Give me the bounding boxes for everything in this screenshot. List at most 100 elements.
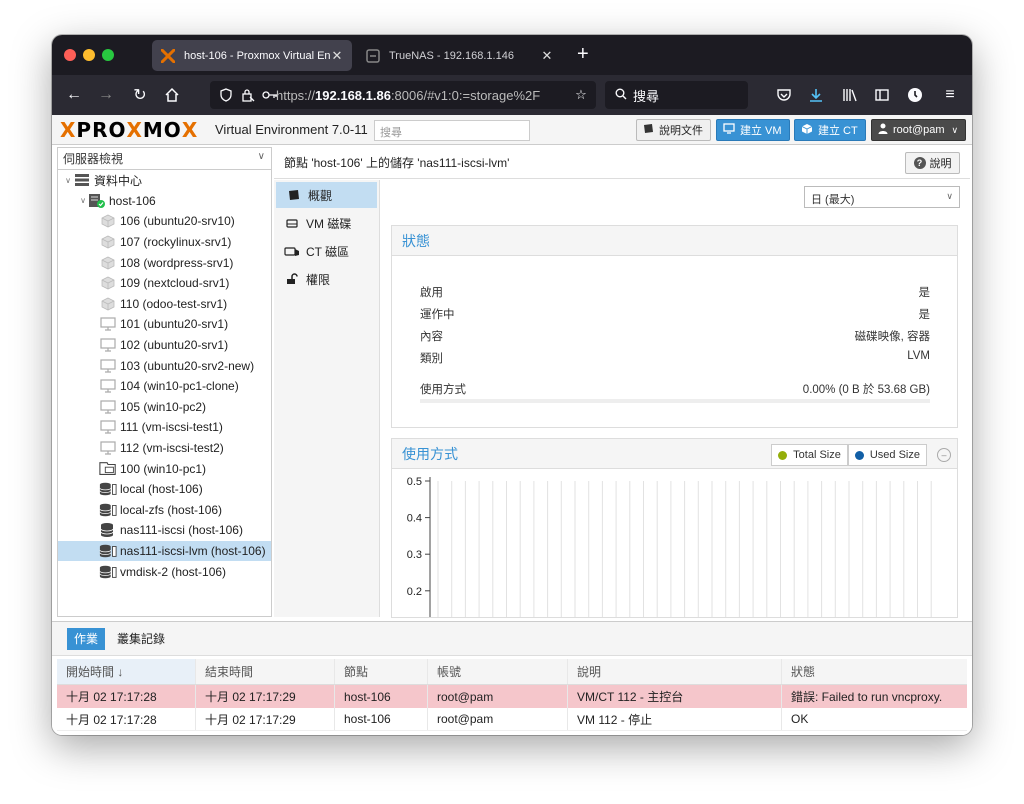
- tab-proxmox[interactable]: host-106 - Proxmox Virtual Envi ✕: [152, 40, 352, 71]
- create-vm-button[interactable]: 建立 VM: [716, 119, 790, 141]
- minimize-window-button[interactable]: [83, 49, 95, 61]
- pve-search-input[interactable]: 搜尋: [374, 120, 530, 141]
- pve-search-placeholder: 搜尋: [380, 127, 402, 139]
- legend-item-used-size[interactable]: Used Size: [847, 444, 927, 466]
- tree-item[interactable]: 101 (ubuntu20-srv1): [58, 314, 271, 335]
- task-row[interactable]: 十月 02 17:17:28 十月 02 17:17:29 host-106 root…: [57, 708, 967, 731]
- url-text[interactable]: https://192.168.1.86:8006/#v1:0:=storage…: [276, 88, 556, 103]
- tree-item[interactable]: 112 (vm-iscsi-test2): [58, 438, 271, 459]
- back-icon[interactable]: ←: [64, 85, 84, 105]
- timeframe-select[interactable]: 日 (最大) ∨: [804, 186, 960, 208]
- ct-volume-icon: [284, 245, 300, 257]
- create-ct-button[interactable]: 建立 CT: [794, 119, 866, 141]
- datacenter-icon: [73, 172, 91, 188]
- page-title: 節點 'host-106' 上的儲存 'nas111-iscsi-lvm': [284, 156, 510, 170]
- tree-item[interactable]: local (host-106): [58, 479, 271, 500]
- subnav-item-vm-disks[interactable]: VM 磁碟: [274, 210, 379, 236]
- download-icon[interactable]: [806, 85, 826, 105]
- tree-item-label: 資料中心: [94, 173, 143, 188]
- account-icon[interactable]: [905, 85, 925, 105]
- chevron-down-icon[interactable]: ∨: [78, 196, 88, 205]
- tree-item[interactable]: 111 (vm-iscsi-test1): [58, 417, 271, 438]
- task-grid-header: 開始時間 ↓ 結束時間 節點 帳號 說明 狀態: [57, 659, 967, 685]
- menu-icon[interactable]: ≡: [940, 85, 960, 105]
- task-start-time: 十月 02 17:17:28: [57, 685, 196, 708]
- tree-item-label: 109 (nextcloud-srv1): [120, 276, 230, 291]
- tab-title: TrueNAS - 192.168.1.146: [389, 49, 514, 62]
- task-row[interactable]: 十月 02 17:17:28 十月 02 17:17:29 host-106 root…: [57, 685, 967, 708]
- forward-icon[interactable]: →: [96, 85, 116, 105]
- tree-item[interactable]: 106 (ubuntu20-srv10): [58, 211, 271, 232]
- lock-warning-icon[interactable]: [240, 87, 256, 103]
- library-icon[interactable]: [840, 85, 860, 105]
- column-header-description[interactable]: 說明: [568, 659, 782, 684]
- key-icon[interactable]: [262, 87, 278, 103]
- tab-cluster-log[interactable]: 叢集記錄: [110, 628, 172, 650]
- column-header-user[interactable]: 帳號: [428, 659, 568, 684]
- chart-legend: Total Size Used Size: [771, 444, 927, 466]
- shield-icon[interactable]: [218, 87, 234, 103]
- chevron-down-icon[interactable]: ∨: [63, 176, 73, 185]
- task-log-panel: 作業 叢集記錄 開始時間 ↓ 結束時間 節點 帳號 說明 狀態 十月 02 17…: [52, 621, 972, 735]
- template-icon: [99, 461, 117, 477]
- tree-item[interactable]: nas111-iscsi-lvm (host-106): [58, 540, 271, 562]
- tree-item[interactable]: 109 (nextcloud-srv1): [58, 273, 271, 294]
- tree-item[interactable]: 100 (win10-pc1): [58, 458, 271, 479]
- status-value: LVM: [907, 350, 930, 362]
- user-menu-button[interactable]: root@pam ∨: [871, 119, 966, 141]
- tree-item[interactable]: 108 (wordpress-srv1): [58, 252, 271, 273]
- tree-item[interactable]: 107 (rockylinux-srv1): [58, 232, 271, 253]
- zoom-window-button[interactable]: [102, 49, 114, 61]
- new-tab-icon[interactable]: +: [577, 43, 589, 66]
- subnav-item-overview[interactable]: 概觀: [276, 182, 377, 208]
- tree-item-label: local-zfs (host-106): [120, 502, 223, 517]
- browser-search-box[interactable]: 搜尋: [605, 81, 748, 109]
- bookmark-star-icon[interactable]: ☆: [573, 87, 589, 103]
- tree-item[interactable]: 104 (win10-pc1-clone): [58, 376, 271, 397]
- pocket-icon[interactable]: [774, 85, 794, 105]
- tree-item[interactable]: nas111-iscsi (host-106): [58, 520, 271, 541]
- status-row-active: 運作中 是: [420, 306, 930, 322]
- tree-item[interactable]: 105 (win10-pc2): [58, 397, 271, 418]
- column-header-node[interactable]: 節點: [335, 659, 428, 684]
- task-user: root@pam: [428, 708, 568, 730]
- close-window-button[interactable]: [64, 49, 76, 61]
- column-header-end-time[interactable]: 結束時間: [196, 659, 335, 684]
- tree-item[interactable]: vmdisk-2 (host-106): [58, 561, 271, 582]
- tree-item[interactable]: 103 (ubuntu20-srv2-new): [58, 355, 271, 376]
- tab-tasks[interactable]: 作業: [67, 627, 106, 650]
- url-host: 192.168.1.86: [315, 87, 391, 103]
- search-icon: [615, 88, 627, 103]
- legend-item-total-size[interactable]: Total Size: [771, 444, 848, 466]
- tree-item[interactable]: 110 (odoo-test-srv1): [58, 294, 271, 315]
- tree-item[interactable]: ∨ host-106: [58, 191, 271, 212]
- tab-truenas[interactable]: TrueNAS - 192.168.1.146 ✕: [357, 40, 562, 71]
- close-tab-icon[interactable]: ✕: [540, 48, 554, 64]
- vm-monitor-icon: [99, 419, 117, 435]
- reload-icon[interactable]: ↻: [130, 85, 150, 105]
- subnav-item-ct-volumes[interactable]: CT 磁區: [274, 238, 379, 264]
- help-button[interactable]: ? 說明: [905, 152, 960, 174]
- status-key: 內容: [420, 331, 443, 343]
- view-selector[interactable]: 伺服器檢視 ∨: [58, 148, 271, 170]
- tree-item-label: nas111-iscsi-lvm (host-106): [120, 543, 266, 558]
- column-header-status[interactable]: 狀態: [782, 659, 967, 684]
- sidebar-icon[interactable]: [872, 85, 892, 105]
- tree-item[interactable]: 102 (ubuntu20-srv1): [58, 335, 271, 356]
- close-tab-icon[interactable]: ✕: [330, 48, 344, 64]
- chart-undo-zoom-icon[interactable]: –: [937, 448, 951, 462]
- tree-item[interactable]: local-zfs (host-106): [58, 500, 271, 521]
- storage-icon: [99, 502, 117, 518]
- documentation-button[interactable]: 說明文件: [636, 119, 711, 141]
- home-icon[interactable]: [162, 85, 182, 105]
- pve-header: X PRO X MO X Virtual Environment 7.0-11 …: [52, 115, 972, 145]
- status-panel-title: 狀態: [392, 226, 957, 256]
- column-header-start-time[interactable]: 開始時間 ↓: [57, 659, 196, 684]
- monitor-icon: [723, 123, 735, 137]
- tree-item-label: 101 (ubuntu20-srv1): [120, 317, 229, 332]
- url-bar[interactable]: https://192.168.1.86:8006/#v1:0:=storage…: [210, 81, 596, 109]
- subnav-item-permissions[interactable]: 權限: [274, 266, 379, 292]
- tree-item[interactable]: ∨ 資料中心: [58, 170, 271, 191]
- tab-title: host-106 - Proxmox Virtual Envi: [184, 49, 330, 62]
- proxmox-favicon-icon: [160, 48, 176, 64]
